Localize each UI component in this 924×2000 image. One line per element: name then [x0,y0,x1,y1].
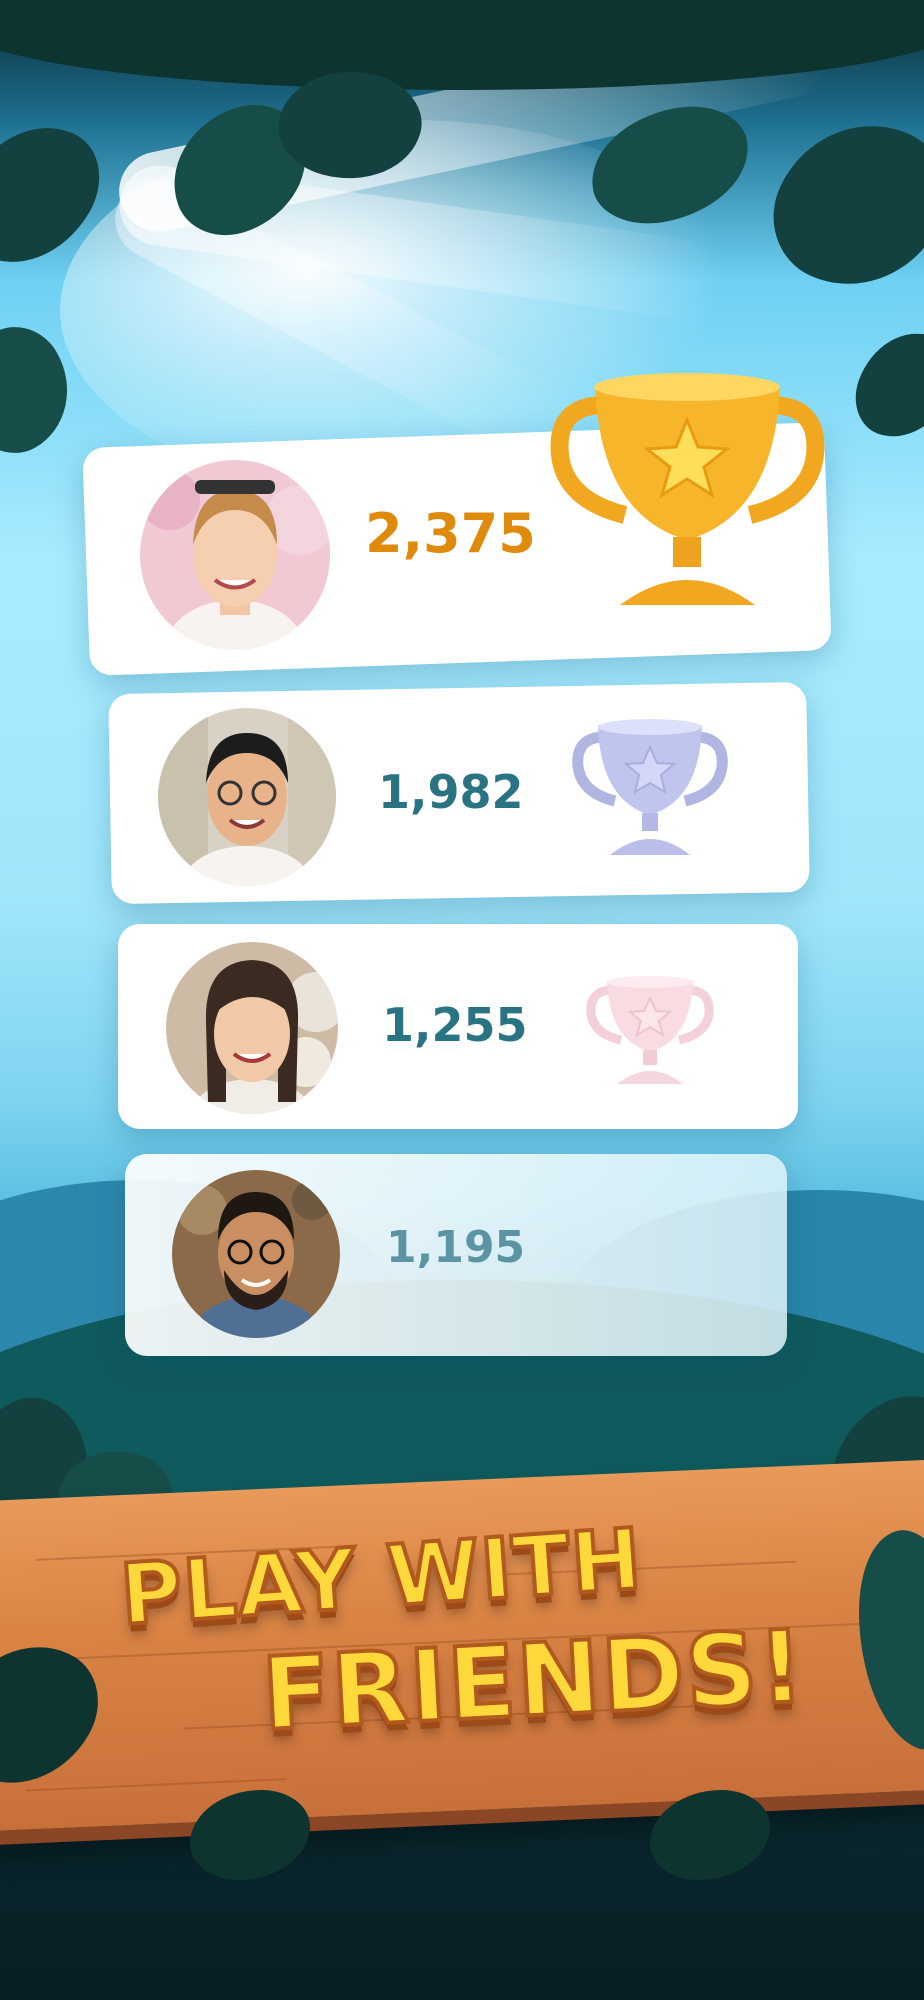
player-score: 1,195 [386,1222,526,1273]
leaf [843,317,924,453]
leaf [751,94,924,316]
wood-grain [25,1778,286,1792]
player-score: 2,375 [365,502,536,565]
leaf [650,1790,770,1880]
avatar [140,460,330,650]
avatar [166,942,338,1114]
silver-trophy-icon [570,715,730,860]
player-score: 1,982 [378,765,524,819]
player-score: 1,255 [382,998,528,1052]
game-screen: 2,375 1,982 1,255 1,195 PLAY WITH FRIEND… [0,0,924,2000]
avatar [158,708,336,886]
gold-trophy-icon [545,365,830,615]
bronze-trophy-icon [585,972,715,1087]
avatar [172,1170,340,1338]
